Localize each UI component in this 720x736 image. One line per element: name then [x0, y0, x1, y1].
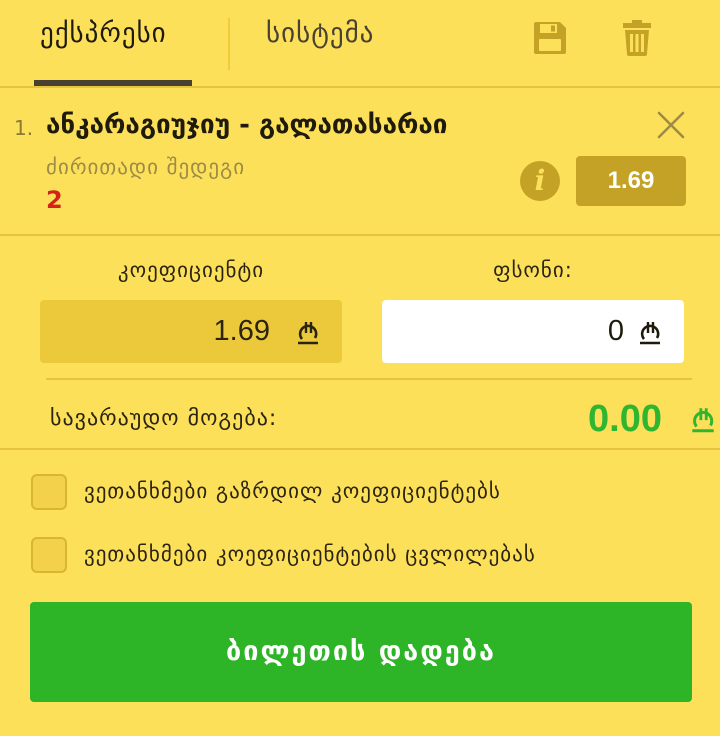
stake-label: ფსონი:	[493, 258, 573, 282]
info-icon[interactable]: i	[520, 161, 560, 201]
winnings-label: სავარაუდო მოგება:	[50, 406, 278, 431]
bet-event-title: ანკარაგიუჯიუ - გალათასარაი	[46, 110, 448, 140]
lari-icon	[692, 408, 714, 433]
winnings-divider	[46, 378, 692, 380]
accept-odds-change-label: ვეთანხმები კოეფიციენტების ცვლილებას	[84, 542, 536, 566]
tab-system[interactable]: სისტემა	[266, 18, 374, 49]
bet-pick: 2	[46, 186, 63, 214]
accept-increased-odds-label: ვეთანხმები გაზრდილ კოეფიციენტებს	[84, 479, 501, 503]
winnings-value: 0.00	[588, 398, 662, 440]
accept-increased-odds-checkbox[interactable]	[31, 474, 67, 510]
trash-icon[interactable]	[622, 20, 652, 60]
save-icon[interactable]	[532, 20, 568, 60]
stake-input[interactable]: 0	[382, 300, 684, 363]
place-bet-button[interactable]: ბილეთის დადება	[30, 602, 692, 702]
header-divider	[0, 86, 720, 88]
bet-type-tabs: ექსპრესი სისტემა	[0, 0, 720, 88]
bet-divider	[0, 234, 720, 236]
stake-value: 0	[607, 315, 624, 347]
lari-icon	[298, 322, 318, 345]
close-icon[interactable]	[656, 110, 686, 144]
coefficient-value: 1.69	[213, 315, 270, 347]
options-divider	[0, 448, 720, 450]
lari-icon	[640, 322, 660, 345]
coefficient-field: 1.69	[40, 300, 342, 363]
bet-odds-badge: 1.69	[576, 156, 686, 206]
bet-index: 1.	[14, 116, 34, 140]
tab-express[interactable]: ექსპრესი	[40, 18, 167, 49]
accept-odds-change-checkbox[interactable]	[31, 537, 67, 573]
coefficient-label: კოეფიციენტი	[117, 258, 265, 282]
tab-separator	[228, 18, 230, 70]
bet-market: ძირითადი შედეგი	[46, 155, 246, 179]
